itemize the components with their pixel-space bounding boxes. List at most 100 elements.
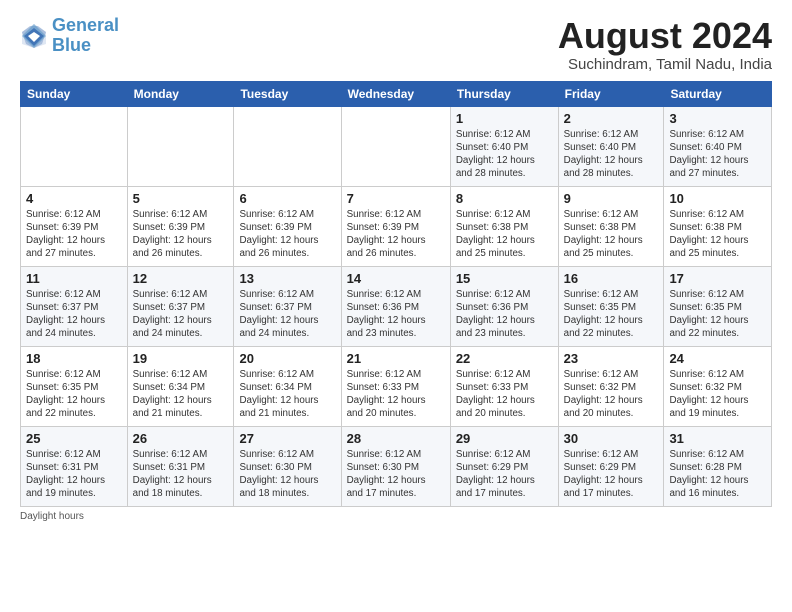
day-cell: 22 Sunrise: 6:12 AM Sunset: 6:33 PM Dayli… [450,346,558,426]
day-number: 11 [26,271,122,286]
day-cell: 14Sunrise: 6:12 AM Sunset: 6:36 PM Dayli… [341,266,450,346]
day-info: Sunrise: 6:12 AM Sunset: 6:37 PM Dayligh… [133,288,229,341]
day-number: 21 [347,351,445,366]
day-cell: 3 Sunrise: 6:12 AM Sunset: 6:40 PM Daylig… [664,106,772,186]
month-title: August 2024 [558,16,772,56]
logo-line1: General [52,15,119,35]
day-info: Sunrise: 6:12 AM Sunset: 6:28 PM Dayligh… [669,448,766,501]
day-info: Sunrise: 6:12 AM Sunset: 6:35 PM Dayligh… [26,368,122,421]
day-info: Sunrise: 6:12 AM Sunset: 6:34 PM Dayligh… [239,368,335,421]
day-header-tuesday: Tuesday [234,81,341,106]
day-number: 30 [564,431,659,446]
day-info: Sunrise: 6:12 AM Sunset: 6:29 PM Dayligh… [564,448,659,501]
day-number: 23 [564,351,659,366]
day-header-monday: Monday [127,81,234,106]
day-cell: 25 Sunrise: 6:12 AM Sunset: 6:31 PM Dayli… [21,426,128,506]
day-cell: 24 Sunrise: 6:12 AM Sunset: 6:32 PM Dayli… [664,346,772,426]
day-info: Sunrise: 6:12 AM Sunset: 6:39 PM Dayligh… [133,208,229,261]
day-cell: 20 Sunrise: 6:12 AM Sunset: 6:34 PM Dayli… [234,346,341,426]
day-cell: 8 Sunrise: 6:12 AM Sunset: 6:38 PM Daylig… [450,186,558,266]
day-header-saturday: Saturday [664,81,772,106]
day-cell: 31 Sunrise: 6:12 AM Sunset: 6:28 PM Dayli… [664,426,772,506]
day-cell: 18 Sunrise: 6:12 AM Sunset: 6:35 PM Dayli… [21,346,128,426]
day-number: 17 [669,271,766,286]
day-number: 22 [456,351,553,366]
day-cell: 2 Sunrise: 6:12 AM Sunset: 6:40 PM Daylig… [558,106,664,186]
day-info: Sunrise: 6:12 AM Sunset: 6:39 PM Dayligh… [26,208,122,261]
day-info: Sunrise: 6:12 AM Sunset: 6:38 PM Dayligh… [456,208,553,261]
day-cell [127,106,234,186]
day-info: Sunrise: 6:12 AM Sunset: 6:30 PM Dayligh… [347,448,445,501]
day-cell: 13Sunrise: 6:12 AM Sunset: 6:37 PM Dayli… [234,266,341,346]
week-row-0: 1 Sunrise: 6:12 AM Sunset: 6:40 PM Daylig… [21,106,772,186]
day-cell: 7 Sunrise: 6:12 AM Sunset: 6:39 PM Daylig… [341,186,450,266]
calendar-header: SundayMondayTuesdayWednesdayThursdayFrid… [21,81,772,106]
day-info: Sunrise: 6:12 AM Sunset: 6:32 PM Dayligh… [669,368,766,421]
day-info: Sunrise: 6:12 AM Sunset: 6:40 PM Dayligh… [669,128,766,181]
week-row-2: 11 Sunrise: 6:12 AM Sunset: 6:37 PM Dayli… [21,266,772,346]
day-cell: 21 Sunrise: 6:12 AM Sunset: 6:33 PM Dayli… [341,346,450,426]
day-cell: 12Sunrise: 6:12 AM Sunset: 6:37 PM Dayli… [127,266,234,346]
day-cell: 15 Sunrise: 6:12 AM Sunset: 6:36 PM Dayli… [450,266,558,346]
day-info: Sunrise: 6:12 AM Sunset: 6:33 PM Dayligh… [456,368,553,421]
day-info: Sunrise: 6:12 AM Sunset: 6:31 PM Dayligh… [133,448,229,501]
day-info: Sunrise: 6:12 AM Sunset: 6:31 PM Dayligh… [26,448,122,501]
day-number: 1 [456,111,553,126]
day-number: 14 [347,271,445,286]
day-cell [341,106,450,186]
day-cell: 23Sunrise: 6:12 AM Sunset: 6:32 PM Dayli… [558,346,664,426]
day-number: 24 [669,351,766,366]
day-info: Sunrise: 6:12 AM Sunset: 6:38 PM Dayligh… [564,208,659,261]
day-number: 28 [347,431,445,446]
day-number: 31 [669,431,766,446]
day-number: 27 [239,431,335,446]
day-cell: 11Sunrise: 6:12 AM Sunset: 6:37 PM Dayli… [21,266,128,346]
logo-text: General Blue [52,16,119,56]
day-cell: 6 Sunrise: 6:12 AM Sunset: 6:39 PM Daylig… [234,186,341,266]
day-number: 15 [456,271,553,286]
day-header-wednesday: Wednesday [341,81,450,106]
day-info: Sunrise: 6:12 AM Sunset: 6:33 PM Dayligh… [347,368,445,421]
logo-line2: Blue [52,35,91,55]
logo-area: General Blue [20,16,119,56]
day-number: 8 [456,191,553,206]
day-cell: 28 Sunrise: 6:12 AM Sunset: 6:30 PM Dayli… [341,426,450,506]
day-cell: 9Sunrise: 6:12 AM Sunset: 6:38 PM Daylig… [558,186,664,266]
week-row-1: 4 Sunrise: 6:12 AM Sunset: 6:39 PM Daylig… [21,186,772,266]
day-number: 5 [133,191,229,206]
week-row-3: 18 Sunrise: 6:12 AM Sunset: 6:35 PM Dayli… [21,346,772,426]
day-number: 7 [347,191,445,206]
day-header-thursday: Thursday [450,81,558,106]
calendar-body: 1 Sunrise: 6:12 AM Sunset: 6:40 PM Daylig… [21,106,772,506]
day-header-friday: Friday [558,81,664,106]
day-cell: 29 Sunrise: 6:12 AM Sunset: 6:29 PM Dayli… [450,426,558,506]
subtitle: Suchindram, Tamil Nadu, India [558,56,772,73]
day-cell: 16 Sunrise: 6:12 AM Sunset: 6:35 PM Dayli… [558,266,664,346]
day-number: 16 [564,271,659,286]
day-number: 20 [239,351,335,366]
day-info: Sunrise: 6:12 AM Sunset: 6:35 PM Dayligh… [564,288,659,341]
day-number: 26 [133,431,229,446]
header-row: SundayMondayTuesdayWednesdayThursdayFrid… [21,81,772,106]
day-number: 29 [456,431,553,446]
day-info: Sunrise: 6:12 AM Sunset: 6:39 PM Dayligh… [347,208,445,261]
day-info: Sunrise: 6:12 AM Sunset: 6:40 PM Dayligh… [564,128,659,181]
day-number: 19 [133,351,229,366]
day-info: Sunrise: 6:12 AM Sunset: 6:29 PM Dayligh… [456,448,553,501]
day-number: 2 [564,111,659,126]
day-header-sunday: Sunday [21,81,128,106]
day-info: Sunrise: 6:12 AM Sunset: 6:36 PM Dayligh… [456,288,553,341]
day-number: 6 [239,191,335,206]
day-cell: 19Sunrise: 6:12 AM Sunset: 6:34 PM Dayli… [127,346,234,426]
day-number: 25 [26,431,122,446]
day-number: 4 [26,191,122,206]
day-info: Sunrise: 6:12 AM Sunset: 6:30 PM Dayligh… [239,448,335,501]
day-number: 18 [26,351,122,366]
day-cell [234,106,341,186]
day-number: 13 [239,271,335,286]
logo-icon [20,22,48,50]
day-number: 3 [669,111,766,126]
day-cell: 1Sunrise: 6:12 AM Sunset: 6:40 PM Daylig… [450,106,558,186]
day-cell: 17Sunrise: 6:12 AM Sunset: 6:35 PM Dayli… [664,266,772,346]
day-info: Sunrise: 6:12 AM Sunset: 6:39 PM Dayligh… [239,208,335,261]
